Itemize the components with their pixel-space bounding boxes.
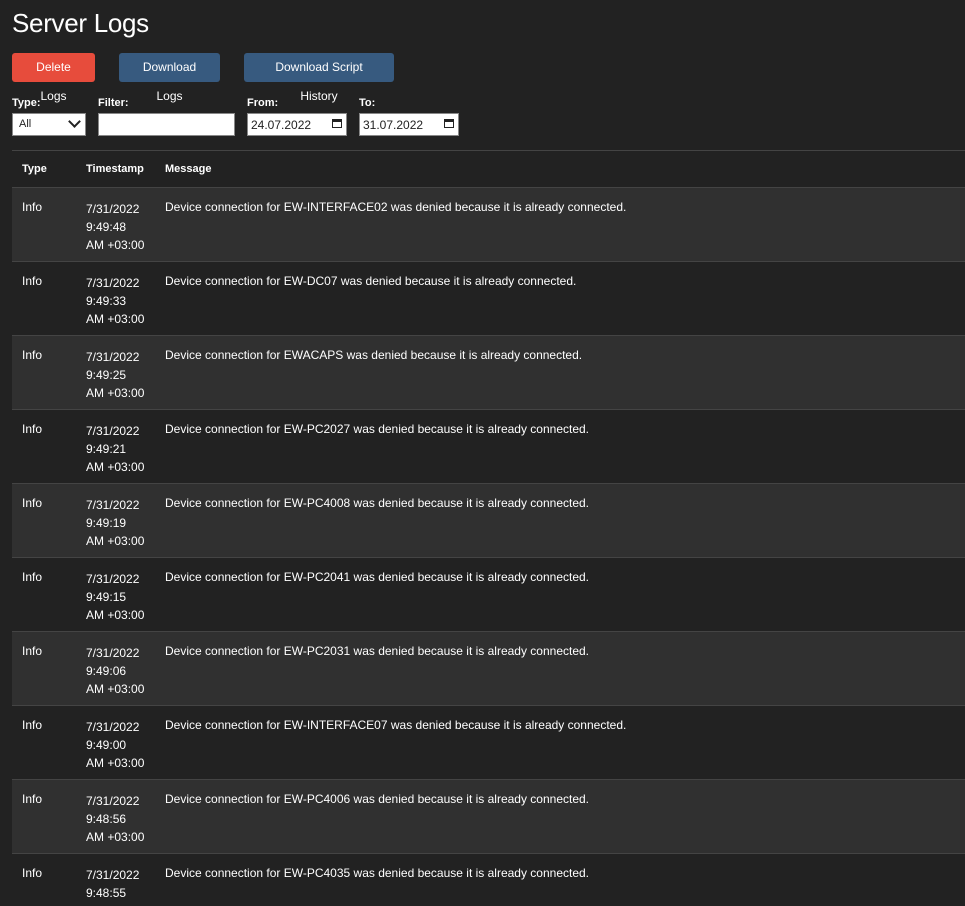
row-type: Info: [22, 718, 43, 732]
row-type: Info: [22, 866, 43, 880]
ts-time: 9:49:00: [86, 738, 127, 752]
page-title: Server Logs: [12, 8, 149, 38]
ts-tz: AM +03:00: [86, 534, 145, 548]
row-message: Device connection for EW-PC2027 was deni…: [165, 422, 590, 436]
type-select-value: All: [19, 118, 32, 130]
table-row: Info 7/31/2022 9:48:55 Device connection …: [12, 854, 965, 906]
ts-date: 7/31/2022: [86, 498, 140, 512]
ts-date: 7/31/2022: [86, 424, 140, 438]
header-timestamp: Timestamp: [86, 163, 144, 175]
table-row: Info 7/31/2022 9:48:56 AM +03:00 Device co…: [12, 780, 965, 854]
ts-date: 7/31/2022: [86, 646, 140, 660]
to-label: To:: [359, 97, 376, 109]
table-row: Info 7/31/2022 9:49:25 AM +03:00 Device co…: [12, 336, 965, 410]
ts-time: 9:48:55: [86, 886, 127, 900]
header-message: Message: [165, 163, 212, 175]
row-type: Info: [22, 570, 43, 584]
row-timestamp: 7/31/2022 9:49:33 AM +03:00: [86, 274, 158, 328]
delete-logs-button[interactable]: Delete Logs: [12, 53, 95, 103]
ts-tz: AM +03:00: [86, 312, 145, 326]
to-date-value: 31.07.2022: [363, 118, 424, 132]
row-type: Info: [22, 792, 43, 806]
row-timestamp: 7/31/2022 9:49:15 AM +03:00: [86, 570, 158, 624]
table-row: Info 7/31/2022 9:49:48 AM +03:00 Device co…: [12, 188, 965, 262]
row-message: Device connection for EW-PC2031 was deni…: [165, 644, 590, 658]
row-type: Info: [22, 274, 43, 288]
ts-date: 7/31/2022: [86, 720, 140, 734]
table-row: Info 7/31/2022 9:49:00 AM +03:00 Device co…: [12, 706, 965, 780]
row-timestamp: 7/31/2022 9:48:55: [86, 866, 158, 902]
ts-tz: AM +03:00: [86, 682, 145, 696]
row-message: Device connection for EW-INTERFACE07 was…: [165, 718, 627, 732]
row-message: Device connection for EW-PC4035 was deni…: [165, 866, 590, 880]
ts-tz: AM +03:00: [86, 608, 145, 622]
table-header: Type Timestamp Message: [12, 150, 965, 188]
server-logs-page: Server Logs Delete Logs Download Logs Do…: [0, 0, 965, 906]
ts-time: 9:49:21: [86, 442, 127, 456]
ts-date: 7/31/2022: [86, 276, 140, 290]
type-select[interactable]: All: [12, 113, 86, 136]
ts-date: 7/31/2022: [86, 350, 140, 364]
ts-tz: AM +03:00: [86, 386, 145, 400]
row-timestamp: 7/31/2022 9:49:06 AM +03:00: [86, 644, 158, 698]
row-type: Info: [22, 644, 43, 658]
row-timestamp: 7/31/2022 9:49:25 AM +03:00: [86, 348, 158, 402]
ts-tz: AM +03:00: [86, 460, 145, 474]
table-body: Info 7/31/2022 9:49:48 AM +03:00 Device co…: [12, 188, 965, 906]
ts-time: 9:49:25: [86, 368, 127, 382]
type-label: Type:: [12, 97, 41, 109]
row-type: Info: [22, 348, 43, 362]
from-date-input[interactable]: 24.07.2022: [247, 113, 347, 136]
ts-time: 9:49:19: [86, 516, 127, 530]
table-row: Info 7/31/2022 9:49:15 AM +03:00 Device co…: [12, 558, 965, 632]
ts-date: 7/31/2022: [86, 868, 140, 882]
ts-time: 9:49:33: [86, 294, 127, 308]
row-message: Device connection for EW-DC07 was denied…: [165, 274, 577, 288]
from-label: From:: [247, 97, 279, 109]
ts-date: 7/31/2022: [86, 202, 140, 216]
row-timestamp: 7/31/2022 9:48:56 AM +03:00: [86, 792, 158, 846]
row-timestamp: 7/31/2022 9:49:19 AM +03:00: [86, 496, 158, 550]
ts-tz: AM +03:00: [86, 830, 145, 844]
row-type: Info: [22, 200, 43, 214]
row-timestamp: 7/31/2022 9:49:00 AM +03:00: [86, 718, 158, 772]
to-date-input[interactable]: 31.07.2022: [359, 113, 459, 136]
download-script-history-button[interactable]: Download Script History: [244, 53, 394, 103]
ts-time: 9:49:15: [86, 590, 127, 604]
filter-label: Filter:: [98, 97, 129, 109]
row-message: Device connection for EW-PC4008 was deni…: [165, 496, 590, 510]
ts-tz: AM +03:00: [86, 756, 145, 770]
row-timestamp: 7/31/2022 9:49:21 AM +03:00: [86, 422, 158, 476]
header-type: Type: [22, 163, 47, 175]
table-row: Info 7/31/2022 9:49:19 AM +03:00 Device co…: [12, 484, 965, 558]
table-row: Info 7/31/2022 9:49:06 AM +03:00 Device co…: [12, 632, 965, 706]
ts-tz: AM +03:00: [86, 238, 145, 252]
calendar-icon[interactable]: [444, 119, 454, 128]
ts-time: 9:48:56: [86, 812, 127, 826]
download-logs-button[interactable]: Download Logs: [119, 53, 220, 103]
row-message: Device connection for EW-PC4006 was deni…: [165, 792, 590, 806]
ts-date: 7/31/2022: [86, 572, 140, 586]
row-type: Info: [22, 496, 43, 510]
table-row: Info 7/31/2022 9:49:33 AM +03:00 Device co…: [12, 262, 965, 336]
table-row: Info 7/31/2022 9:49:21 AM +03:00 Device co…: [12, 410, 965, 484]
filter-input[interactable]: [98, 113, 235, 136]
ts-time: 9:49:48: [86, 220, 127, 234]
calendar-icon[interactable]: [332, 119, 342, 128]
log-table: Type Timestamp Message Info 7/31/2022 9:4…: [12, 150, 965, 906]
row-type: Info: [22, 422, 43, 436]
ts-date: 7/31/2022: [86, 794, 140, 808]
from-date-value: 24.07.2022: [251, 118, 312, 132]
chevron-down-icon: [68, 115, 81, 128]
ts-time: 9:49:06: [86, 664, 127, 678]
row-timestamp: 7/31/2022 9:49:48 AM +03:00: [86, 200, 158, 254]
row-message: Device connection for EWACAPS was denied…: [165, 348, 583, 362]
row-message: Device connection for EW-INTERFACE02 was…: [165, 200, 627, 214]
row-message: Device connection for EW-PC2041 was deni…: [165, 570, 590, 584]
